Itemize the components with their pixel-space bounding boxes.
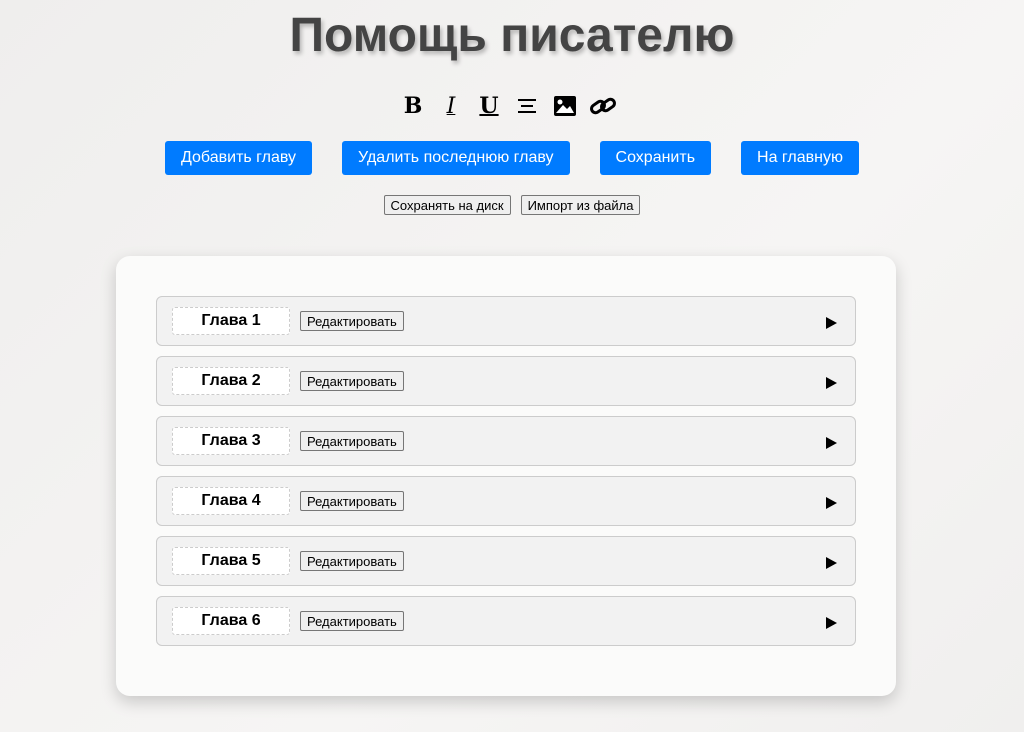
edit-chapter-button[interactable]: Редактировать bbox=[300, 611, 404, 631]
edit-chapter-button[interactable]: Редактировать bbox=[300, 311, 404, 331]
edit-chapter-button[interactable]: Редактировать bbox=[300, 551, 404, 571]
chapter-title[interactable]: Глава 2 bbox=[172, 366, 290, 395]
chapter-row: Глава 1 Редактировать bbox=[156, 296, 856, 346]
chapter-row: Глава 2 Редактировать bbox=[156, 356, 856, 406]
add-chapter-button[interactable]: Добавить главу bbox=[165, 141, 313, 175]
chapter-row: Глава 5 Редактировать bbox=[156, 536, 856, 586]
chapter-title[interactable]: Глава 3 bbox=[172, 426, 290, 455]
chapters-panel: Глава 1 Редактировать Глава 2 Редактировать… bbox=[116, 256, 896, 696]
expand-arrow-icon[interactable] bbox=[826, 557, 837, 569]
link-icon[interactable] bbox=[586, 94, 620, 118]
expand-arrow-icon[interactable] bbox=[826, 437, 837, 449]
expand-arrow-icon[interactable] bbox=[826, 317, 837, 329]
chapter-title[interactable]: Глава 4 bbox=[172, 486, 290, 515]
image-icon[interactable] bbox=[548, 94, 582, 118]
expand-arrow-icon[interactable] bbox=[826, 617, 837, 629]
import-file-button[interactable]: Импорт из файла bbox=[520, 195, 641, 215]
edit-chapter-button[interactable]: Редактировать bbox=[300, 371, 404, 391]
delete-last-chapter-button[interactable]: Удалить последнюю главу bbox=[342, 141, 570, 175]
chapter-title[interactable]: Глава 6 bbox=[172, 606, 290, 635]
home-button[interactable]: На главную bbox=[741, 141, 859, 175]
chapter-row: Глава 6 Редактировать bbox=[156, 596, 856, 646]
edit-chapter-button[interactable]: Редактировать bbox=[300, 431, 404, 451]
chapter-row: Глава 4 Редактировать bbox=[156, 476, 856, 526]
expand-arrow-icon[interactable] bbox=[826, 497, 837, 509]
page-title: Помощь писателю bbox=[289, 9, 735, 62]
expand-arrow-icon[interactable] bbox=[826, 377, 837, 389]
save-to-disk-button[interactable]: Сохранять на диск bbox=[383, 195, 511, 215]
bold-icon[interactable]: B bbox=[396, 93, 430, 119]
chapter-title[interactable]: Глава 1 bbox=[172, 306, 290, 335]
edit-chapter-button[interactable]: Редактировать bbox=[300, 491, 404, 511]
save-button[interactable]: Сохранить bbox=[599, 141, 712, 175]
italic-icon[interactable]: I bbox=[434, 94, 468, 119]
underline-icon[interactable]: U bbox=[472, 93, 506, 119]
chapter-title[interactable]: Глава 5 bbox=[172, 546, 290, 575]
format-toolbar: B I U bbox=[396, 93, 624, 119]
strikethrough-icon[interactable] bbox=[510, 94, 544, 118]
chapter-row: Глава 3 Редактировать bbox=[156, 416, 856, 466]
